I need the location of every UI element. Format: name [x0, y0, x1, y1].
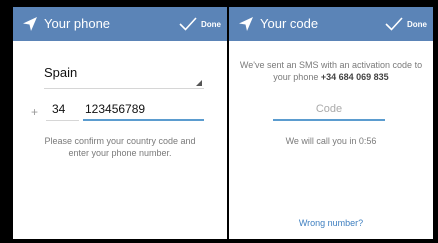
- dropdown-arrow-icon: [196, 80, 202, 86]
- done-label: Done: [407, 19, 427, 29]
- screenshot-frame: Your phone Done Spain + 34 123456789 Ple…: [0, 0, 438, 243]
- checkmark-icon: [385, 17, 403, 31]
- done-label: Done: [201, 19, 221, 29]
- help-text: Please confirm your country code and ent…: [44, 136, 196, 158]
- code-entry-screen: Your code Done We've sent an SMS with an…: [229, 7, 433, 239]
- send-icon[interactable]: [22, 16, 38, 32]
- top-bar: Your phone Done: [13, 7, 227, 41]
- top-bar: Your code Done: [229, 7, 433, 41]
- sms-phone-number: +34 684 069 835: [320, 72, 389, 82]
- country-code-input[interactable]: 34: [46, 99, 79, 121]
- country-select[interactable]: Spain: [44, 59, 204, 89]
- screen-title: Your phone: [44, 16, 111, 31]
- sms-info-text: We've sent an SMS with an activation cod…: [235, 59, 427, 83]
- phone-number-input[interactable]: 123456789: [83, 99, 204, 121]
- code-input[interactable]: Code: [273, 99, 385, 121]
- wrong-number-link[interactable]: Wrong number?: [229, 218, 433, 228]
- done-button[interactable]: Done: [178, 14, 221, 34]
- checkmark-icon: [179, 17, 197, 31]
- plus-sign: +: [31, 105, 39, 119]
- phone-entry-screen: Your phone Done Spain + 34 123456789 Ple…: [13, 7, 227, 239]
- screen-title: Your code: [260, 16, 319, 31]
- country-name: Spain: [44, 65, 78, 80]
- done-button[interactable]: Done: [384, 14, 427, 34]
- send-icon[interactable]: [238, 16, 254, 32]
- call-countdown-text: We will call you in 0:56: [285, 136, 377, 146]
